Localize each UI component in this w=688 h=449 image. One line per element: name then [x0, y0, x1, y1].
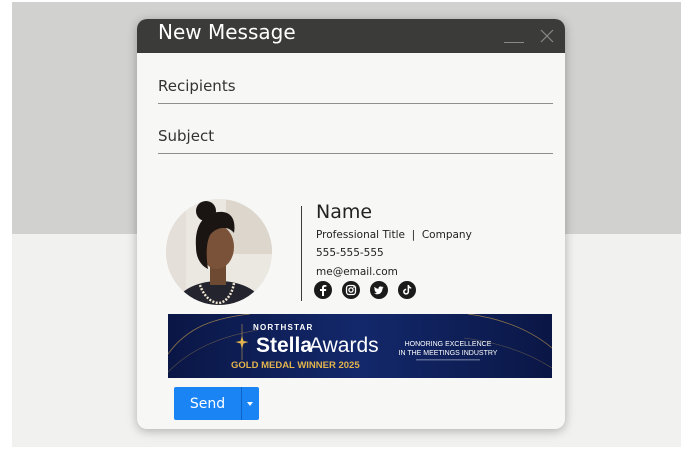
awards-banner[interactable]: NORTHSTAR Stella Awards GOLD MEDAL WINNE… [168, 314, 552, 378]
compose-window: New Message Recipients Subject Name Prof… [137, 19, 565, 429]
instagram-icon[interactable] [342, 281, 361, 299]
close-button[interactable] [536, 25, 558, 47]
subject-input[interactable] [158, 123, 553, 149]
social-links [314, 281, 421, 301]
recipients-input[interactable] [158, 73, 553, 99]
tiktok-icon[interactable] [398, 281, 417, 299]
window-title: New Message [158, 20, 296, 44]
signature-name: Name [316, 201, 373, 223]
signature-divider [301, 206, 302, 301]
send-button[interactable]: Send [174, 387, 241, 420]
facebook-icon[interactable] [314, 281, 332, 299]
close-icon [540, 29, 554, 43]
avatar [166, 199, 272, 305]
caret-down-icon [247, 402, 253, 406]
recipients-field [158, 61, 553, 104]
email-signature: Name Professional Title | Company 555-55… [166, 199, 486, 309]
subject-field [158, 111, 553, 154]
signature-email[interactable]: me@email.com [316, 265, 398, 279]
compose-titlebar: New Message [137, 19, 565, 53]
banner-brand-b: Awards [309, 334, 379, 357]
signature-title-company: Professional Title | Company [316, 229, 472, 241]
banner-eyebrow: NORTHSTAR [253, 323, 313, 332]
banner-graphic: NORTHSTAR Stella Awards GOLD MEDAL WINNE… [168, 314, 552, 378]
banner-fineprint [416, 359, 480, 361]
twitter-icon[interactable] [370, 281, 389, 299]
minimize-button[interactable] [503, 25, 525, 47]
send-options-button[interactable] [241, 387, 259, 420]
avatar-portrait [166, 199, 272, 305]
minimize-icon [504, 42, 524, 43]
banner-tagline-2: IN THE MEETINGS INDUSTRY [399, 350, 498, 357]
banner-tagline-1: HONORING EXCELLENCE [405, 341, 492, 348]
banner-brand-a: Stella [256, 334, 312, 357]
banner-award: GOLD MEDAL WINNER 2025 [231, 360, 360, 371]
signature-phone: 555-555-555 [316, 247, 384, 259]
